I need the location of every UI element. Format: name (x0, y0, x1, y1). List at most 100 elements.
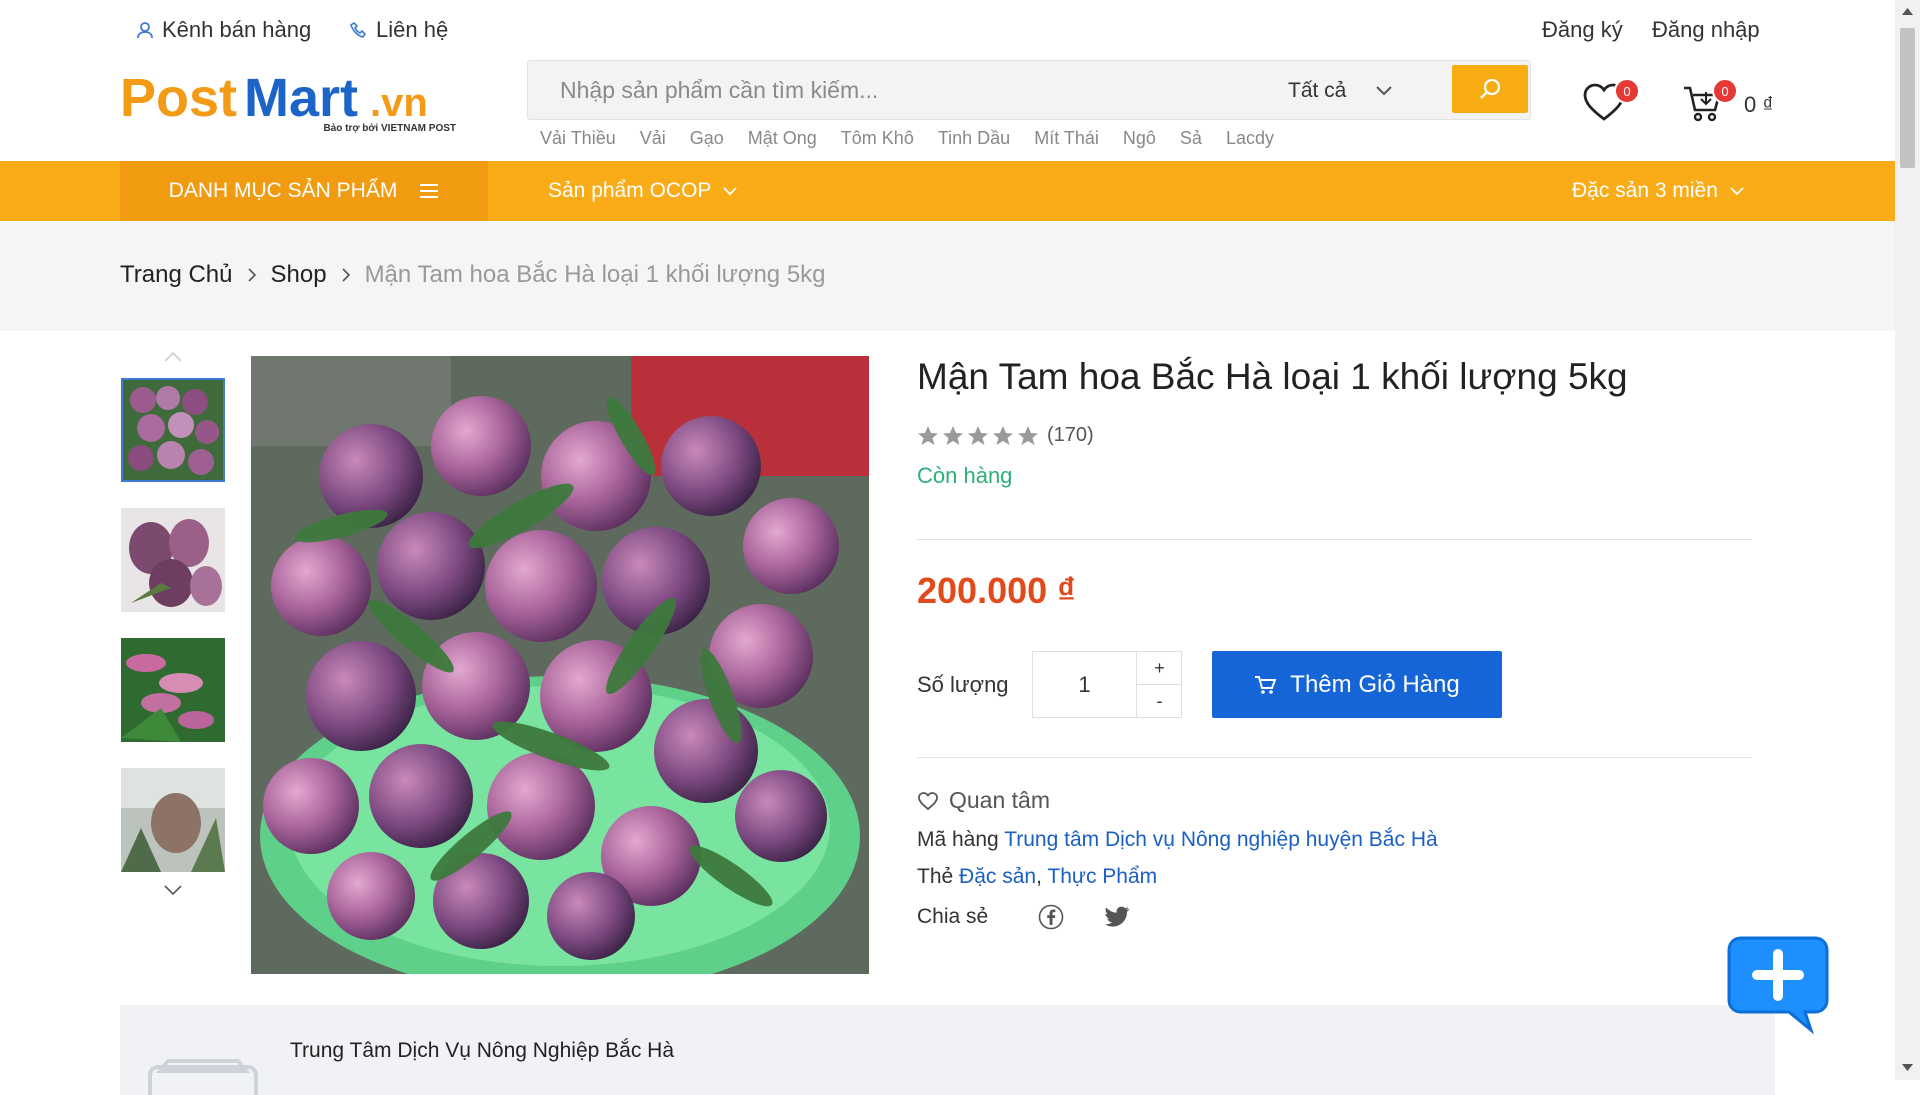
search-suggestions: Vải Thiều Vải Gạo Mật Ong Tôm Khô Tinh D… (540, 128, 1274, 149)
thumbnail-4[interactable] (121, 768, 225, 872)
cart-total: 0 ₫ (1744, 92, 1774, 117)
wishlist-count-badge: 0 (1614, 78, 1640, 104)
search-category-value: Tất cả (1288, 79, 1347, 102)
search-bar: Nhập sản phẩm cần tìm kiếm... Tất cả (527, 60, 1531, 120)
suggestion-link[interactable]: Mít Thái (1034, 128, 1099, 149)
search-input[interactable]: Nhập sản phẩm cần tìm kiếm... (560, 77, 878, 104)
quantity-decrease-button[interactable]: - (1136, 685, 1182, 717)
breadcrumb-bar: Trang Chủ Shop Mận Tam hoa Bắc Hà loại 1… (0, 221, 1895, 331)
product-rating[interactable]: (170) (917, 424, 1094, 447)
store-icon (148, 1059, 258, 1095)
scroll-down-icon[interactable] (1902, 1064, 1913, 1071)
wishlist-add-button[interactable]: Quan tâm (917, 787, 1050, 814)
seller-name: Trung Tâm Dịch Vụ Nông Nghiệp Bắc Hà (290, 1039, 675, 1062)
login-link[interactable]: Đăng nhập (1652, 17, 1760, 43)
tag-link[interactable]: Đặc sản (959, 865, 1036, 888)
quantity-stepper: 1 + - (1032, 651, 1182, 718)
suggestion-link[interactable]: Lacdy (1226, 128, 1274, 149)
suggestion-link[interactable]: Tinh Dầu (938, 128, 1010, 149)
logo-wordmark: Post Mart .vn (120, 68, 428, 128)
logo[interactable]: Post Mart .vn Bảo trợ bởi VIETNAM POST (120, 68, 460, 140)
stock-status: Còn hàng (917, 463, 1013, 488)
suggestion-link[interactable]: Ngô (1123, 128, 1156, 149)
search-category-select[interactable]: Tất cả (1288, 79, 1393, 103)
suggestion-link[interactable]: Gạo (690, 128, 724, 149)
review-count: (170) (1047, 424, 1094, 446)
wishlist-add-label: Quan tâm (949, 787, 1050, 813)
tag-link[interactable]: Thực Phẩm (1047, 865, 1157, 888)
quantity-label: Số lượng (917, 672, 1009, 697)
cart-icon (1255, 675, 1277, 694)
nav-regions-label: Đặc sản 3 miền (1572, 179, 1718, 202)
suggestion-link[interactable]: Vải Thiều (540, 128, 616, 149)
chevron-down-icon (1376, 86, 1393, 96)
share-label: Chia sẻ (917, 905, 989, 928)
cart-button[interactable]: 0 0 ₫ (1682, 78, 1792, 127)
logo-subtitle: Bảo trợ bởi VIETNAM POST (323, 123, 456, 134)
heart-icon (918, 791, 938, 810)
category-menu-button[interactable]: DANH MỤC SẢN PHẨM (120, 161, 488, 221)
chevron-right-icon (341, 268, 350, 282)
product-title: Mận Tam hoa Bắc Hà loại 1 khối lượng 5kg (917, 356, 1628, 397)
plum-photo (251, 356, 869, 974)
breadcrumb-current: Mận Tam hoa Bắc Hà loại 1 khối lượng 5kg (364, 261, 826, 288)
tag-separator: , (1036, 865, 1042, 888)
search-icon (1480, 78, 1501, 99)
thumbnail-1[interactable] (121, 378, 225, 482)
seller-box: Trung Tâm Dịch Vụ Nông Nghiệp Bắc Hà (120, 1005, 1775, 1095)
hamburger-icon (420, 184, 439, 198)
facebook-icon[interactable] (1038, 904, 1064, 930)
thumbnail-image (121, 768, 225, 872)
star-rating-icon (918, 425, 1038, 445)
nav-regions[interactable]: Đặc sản 3 miền (1572, 161, 1744, 221)
suggestion-link[interactable]: Tôm Khô (841, 128, 914, 149)
chevron-up-icon[interactable] (164, 352, 182, 362)
sku-label: Mã hàng (917, 828, 999, 851)
product-tags: Thẻ Đặc sản, Thực Phẩm (917, 865, 1157, 889)
wishlist-button[interactable]: 0 (1582, 78, 1640, 127)
product-price: 200.000 ₫ (917, 570, 1076, 611)
contact-label: Liên hệ (376, 17, 449, 42)
nav-ocop[interactable]: Sản phẩm OCOP (548, 161, 738, 221)
thumbnail-image (121, 638, 225, 742)
svg-text:.vn: .vn (370, 81, 428, 125)
product-main-image[interactable] (251, 356, 869, 974)
plus-chat-icon (1727, 936, 1829, 1035)
tags-label: Thẻ (917, 865, 954, 888)
page-scrollbar[interactable] (1895, 0, 1920, 1080)
register-link[interactable]: Đăng ký (1542, 17, 1623, 43)
user-icon (137, 22, 153, 39)
suggestion-link[interactable]: Vải (640, 128, 666, 149)
scroll-up-icon[interactable] (1902, 8, 1913, 15)
sku-link[interactable]: Trung tâm Dịch vụ Nông nghiệp huyện Bắc … (1004, 828, 1437, 851)
suggestion-link[interactable]: Sả (1180, 128, 1202, 149)
nav-ocop-label: Sản phẩm OCOP (548, 179, 712, 202)
breadcrumb-home[interactable]: Trang Chủ (120, 261, 233, 289)
chevron-down-icon[interactable] (164, 885, 182, 895)
seller-channel-label: Kênh bán hàng (162, 17, 312, 42)
product-sku: Mã hàng Trung tâm Dịch vụ Nông nghiệp hu… (917, 828, 1438, 852)
quantity-increase-button[interactable]: + (1136, 652, 1182, 685)
svg-text:Post: Post (120, 70, 237, 126)
thumbnail-3[interactable] (121, 638, 225, 742)
cart-count-badge: 0 (1712, 78, 1738, 104)
search-button[interactable] (1452, 65, 1528, 113)
chat-button[interactable] (1727, 936, 1829, 1035)
chevron-down-icon (1730, 186, 1744, 195)
phone-icon (350, 21, 367, 38)
scrollbar-thumb[interactable] (1900, 28, 1915, 168)
breadcrumb-shop[interactable]: Shop (271, 261, 327, 289)
add-to-cart-label: Thêm Giỏ Hàng (1290, 670, 1460, 698)
seller-channel-link[interactable]: Kênh bán hàng (136, 17, 311, 43)
thumbnail-image (121, 508, 225, 612)
twitter-icon[interactable] (1104, 906, 1130, 928)
thumbnail-2[interactable] (121, 508, 225, 612)
share-row: Chia sẻ (917, 904, 1130, 930)
add-to-cart-button[interactable]: Thêm Giỏ Hàng (1212, 651, 1502, 718)
suggestion-link[interactable]: Mật Ong (748, 128, 817, 149)
chevron-right-icon (247, 268, 256, 282)
divider (917, 757, 1752, 758)
quantity-input[interactable]: 1 (1033, 652, 1136, 717)
contact-link[interactable]: Liên hệ (350, 17, 448, 43)
divider (917, 539, 1752, 540)
